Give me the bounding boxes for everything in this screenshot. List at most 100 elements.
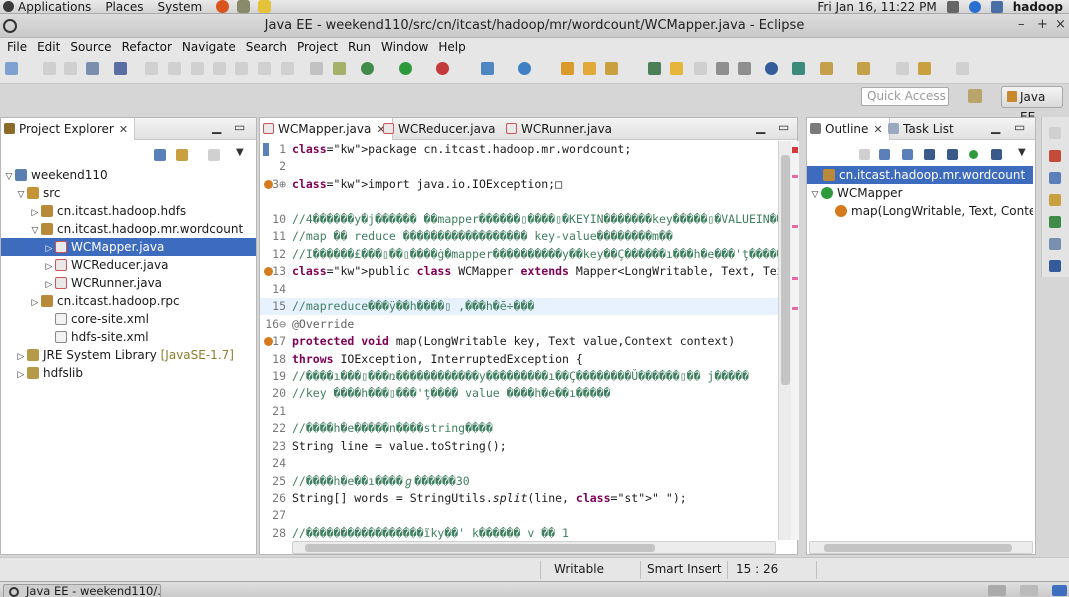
- overview-error-marker[interactable]: [792, 147, 798, 153]
- tree-item-src[interactable]: ▽ src: [1, 184, 256, 202]
- print-icon[interactable]: [86, 62, 99, 75]
- menu-help[interactable]: Help: [433, 40, 470, 54]
- step-into-icon[interactable]: [235, 62, 248, 75]
- overview-marker[interactable]: [792, 175, 798, 178]
- tab-task-list[interactable]: Task List: [885, 118, 960, 140]
- user-name[interactable]: hadoop: [1013, 0, 1063, 14]
- view-menu-chevron-down-icon[interactable]: ▼: [1018, 147, 1026, 158]
- tree-item-hdfs-package[interactable]: ▷ cn.itcast.hadoop.hdfs: [1, 202, 256, 220]
- code-line[interactable]: 16⊖ @Override: [260, 316, 778, 333]
- mail-launcher-icon[interactable]: [237, 0, 251, 13]
- tab-wcreducer[interactable]: WCReducer.java: [380, 118, 501, 140]
- notes-launcher-icon[interactable]: [258, 0, 272, 13]
- hide-local-types-icon[interactable]: [991, 149, 1002, 160]
- code-line[interactable]: 18 throws IOException, InterruptedExcept…: [260, 351, 778, 368]
- debug-icon[interactable]: [361, 62, 374, 75]
- team-sync-icon[interactable]: [792, 62, 805, 75]
- sort-icon[interactable]: [859, 149, 870, 160]
- workspace-switcher-icon[interactable]: [988, 585, 1006, 596]
- network-icon[interactable]: [990, 1, 1003, 13]
- data-source-view-icon[interactable]: [1049, 216, 1061, 228]
- console-view-icon[interactable]: [1049, 172, 1061, 184]
- warning-marker-icon[interactable]: [264, 267, 273, 276]
- bluetooth-icon[interactable]: [968, 1, 981, 13]
- show-whitespace-icon[interactable]: [716, 62, 729, 75]
- applications-menu[interactable]: Applications: [0, 0, 91, 14]
- code-line[interactable]: 3⊕ class="kw">import java.io.IOException;…: [260, 176, 778, 193]
- drop-to-frame-icon[interactable]: [310, 62, 323, 75]
- markers-view-icon[interactable]: [1049, 194, 1061, 206]
- code-line[interactable]: 12 //I������£���▯��▯����ġ�mapper���������…: [260, 246, 778, 263]
- back-icon[interactable]: [918, 62, 931, 75]
- tree-item-hdfslib[interactable]: ▷ hdfslib: [1, 364, 256, 382]
- tree-item-wordcount-package[interactable]: ▽ cn.itcast.hadoop.mr.wordcount: [1, 220, 256, 238]
- menu-refactor[interactable]: Refactor: [117, 40, 177, 54]
- java-ee-perspective-button[interactable]: Java EE: [1001, 86, 1063, 124]
- overview-ruler[interactable]: [791, 141, 799, 540]
- next-annotation-icon[interactable]: [820, 62, 833, 75]
- places-menu-label[interactable]: Places: [105, 0, 143, 14]
- save-icon[interactable]: [43, 62, 56, 75]
- firefox-launcher-icon[interactable]: [216, 0, 230, 13]
- sort-members-icon[interactable]: [902, 149, 913, 160]
- step-over-icon[interactable]: [258, 62, 271, 75]
- tree-item-wcreducer[interactable]: ▷ WCReducer.java: [1, 256, 256, 274]
- places-menu[interactable]: Places: [105, 0, 143, 14]
- outline-item-method[interactable]: map(LongWritable, Text, Context) :: [807, 202, 1033, 220]
- outline-horizontal-scrollbar[interactable]: [809, 541, 1033, 554]
- tree-item-rpc-package[interactable]: ▷ cn.itcast.hadoop.rpc: [1, 292, 256, 310]
- use-step-filters-icon[interactable]: [333, 62, 346, 75]
- open-task-icon[interactable]: [583, 62, 596, 75]
- terminate-icon[interactable]: [191, 62, 204, 75]
- volume-icon[interactable]: [946, 1, 959, 13]
- code-line[interactable]: 21: [260, 403, 778, 420]
- restore-view-icon[interactable]: [1049, 127, 1061, 139]
- code-line[interactable]: 26 String[] words = StringUtils.split(li…: [260, 490, 778, 507]
- menu-edit[interactable]: Edit: [32, 40, 65, 54]
- skip-breakpoints-icon[interactable]: [114, 62, 127, 75]
- tree-item-wcmapper[interactable]: ▷ WCMapper.java: [1, 238, 256, 256]
- maximize-editor-icon[interactable]: ▭: [778, 120, 789, 134]
- hide-fields-icon[interactable]: [924, 149, 935, 160]
- code-line[interactable]: 27: [260, 507, 778, 524]
- forward-icon[interactable]: [956, 62, 969, 75]
- save-all-icon[interactable]: [64, 62, 77, 75]
- hide-non-public-icon[interactable]: [969, 150, 978, 159]
- previous-annotation-icon[interactable]: [857, 62, 870, 75]
- code-line[interactable]: 23 String line = value.toString();: [260, 438, 778, 455]
- tree-item-hdfs-site[interactable]: hdfs-site.xml: [1, 328, 256, 346]
- insert-mode-status[interactable]: Smart Insert: [647, 562, 722, 576]
- overview-marker[interactable]: [792, 307, 798, 310]
- maximize-button[interactable]: +: [1037, 17, 1048, 32]
- code-line[interactable]: 13 class="kw">public class WCMapper exten…: [260, 263, 778, 280]
- suspend-icon[interactable]: [168, 62, 181, 75]
- link-with-editor-icon[interactable]: [176, 149, 188, 161]
- menu-navigate[interactable]: Navigate: [177, 40, 241, 54]
- outline-item-package[interactable]: cn.itcast.hadoop.mr.wordcount: [807, 166, 1033, 184]
- code-line[interactable]: 20 //key ����h���▯���'ţ���� value ����h�…: [260, 385, 778, 402]
- minimize-editor-icon[interactable]: ▁: [756, 120, 765, 134]
- menu-source[interactable]: Source: [65, 40, 116, 54]
- filter-icon[interactable]: [208, 149, 220, 161]
- new-server-icon[interactable]: [481, 62, 494, 75]
- quick-access-input[interactable]: Quick Access: [861, 87, 949, 106]
- code-line-current[interactable]: 15 //mapreduce���ÿ��h����▯ ,���h�ē÷���: [260, 298, 778, 315]
- warning-marker-icon[interactable]: [264, 337, 273, 346]
- taskbar-eclipse-window[interactable]: Java EE - weekend110/...: [3, 584, 161, 597]
- workspace-switcher-2-icon[interactable]: [1020, 585, 1038, 596]
- editor-vertical-scrollbar[interactable]: [778, 141, 791, 540]
- scrollbar-thumb[interactable]: [305, 544, 655, 552]
- code-line[interactable]: 17 protected void map(LongWritable key, …: [260, 333, 778, 350]
- code-line[interactable]: 28 //�����������������ĩky��' k������ v �…: [260, 525, 778, 540]
- code-line[interactable]: 25 //����h�e��ı����ℊ������30: [260, 473, 778, 490]
- applications-menu-label[interactable]: Applications: [18, 0, 91, 14]
- menu-run[interactable]: Run: [343, 40, 376, 54]
- trash-icon[interactable]: [1052, 585, 1067, 596]
- code-line[interactable]: 22 //����h�e�����n����string����: [260, 420, 778, 437]
- code-line[interactable]: 2: [260, 158, 778, 175]
- menu-search[interactable]: Search: [241, 40, 292, 54]
- scrollbar-thumb[interactable]: [824, 544, 1012, 552]
- snippets-view-icon[interactable]: [1049, 238, 1061, 250]
- expand-arrow[interactable]: ▷: [15, 366, 27, 384]
- search-tool-icon[interactable]: [605, 62, 618, 75]
